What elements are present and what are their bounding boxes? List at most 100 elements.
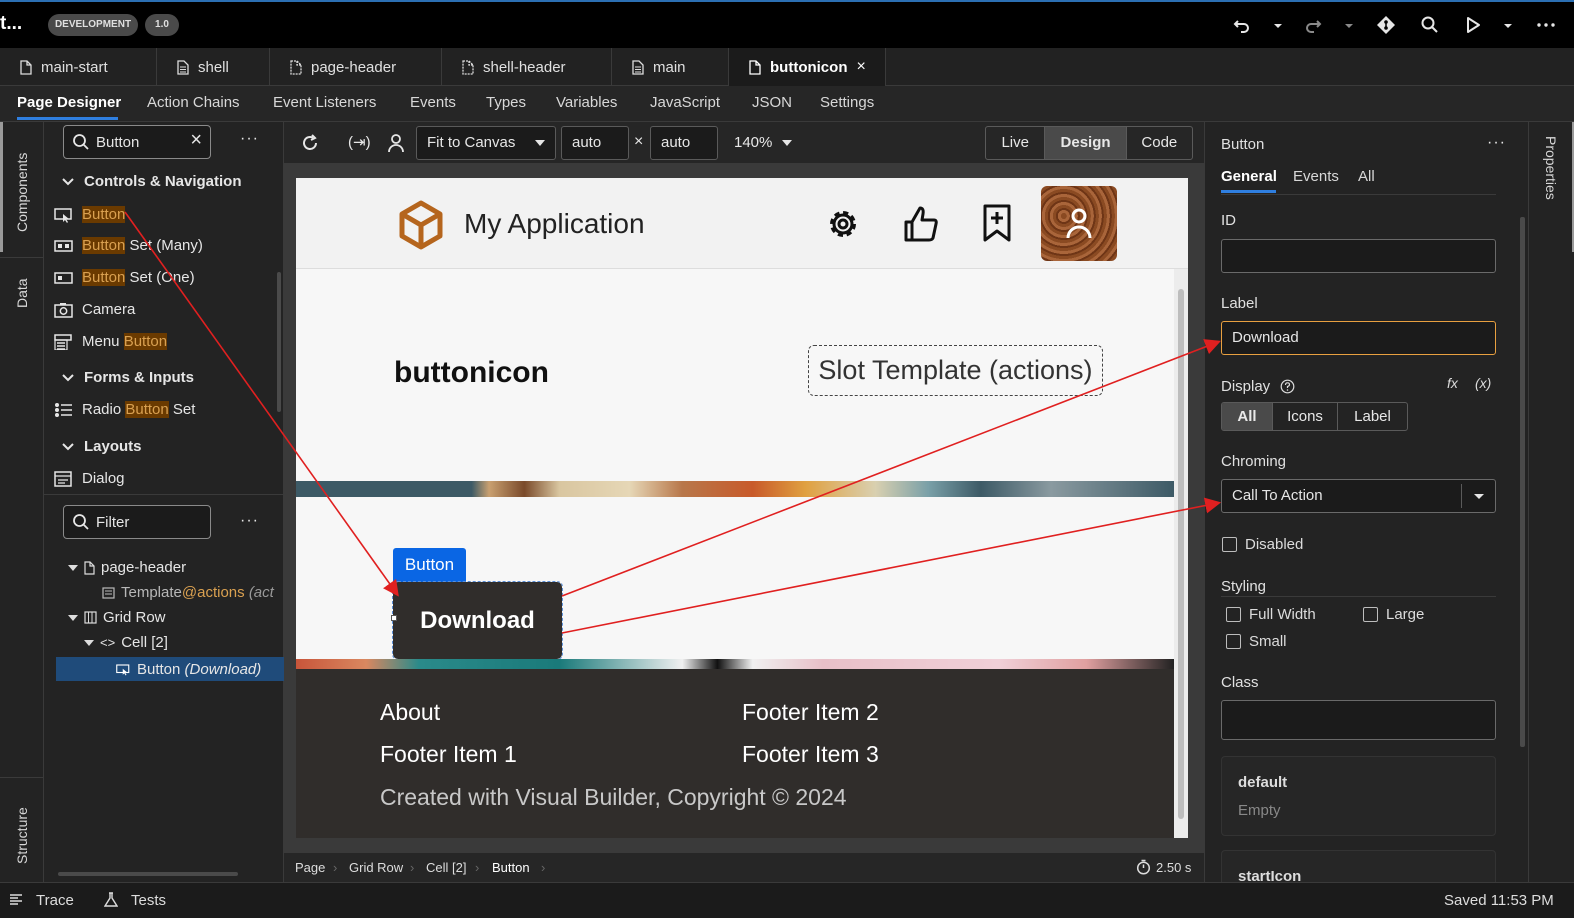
section-layouts[interactable]: Layouts — [62, 438, 142, 455]
structure-filter-input[interactable]: Filter — [63, 505, 211, 539]
code-mode-button[interactable]: Code — [1127, 127, 1192, 159]
class-input[interactable] — [1221, 700, 1496, 740]
tab-settings[interactable]: Settings — [820, 94, 874, 111]
canvas-scrollbar-thumb[interactable] — [1178, 289, 1184, 819]
full-width-checkbox[interactable]: Full Width — [1226, 606, 1316, 623]
undo-dropdown-icon[interactable] — [1272, 15, 1284, 35]
components-rail-tab[interactable]: Components — [14, 153, 30, 232]
component-dialog[interactable]: Dialog — [54, 470, 125, 487]
display-label-option[interactable]: Label — [1338, 403, 1407, 430]
tab-general[interactable]: General — [1221, 168, 1277, 185]
footer-link-item-3[interactable]: Footer Item 3 — [742, 741, 879, 768]
tab-javascript[interactable]: JavaScript — [650, 94, 720, 111]
footer-link-about[interactable]: About — [380, 699, 440, 726]
breadcrumb-cell[interactable]: Cell [2] — [426, 860, 466, 875]
tab-all[interactable]: All — [1358, 168, 1375, 185]
footer-link-item-2[interactable]: Footer Item 2 — [742, 699, 879, 726]
structure-more-icon[interactable]: ··· — [240, 512, 259, 530]
component-radio-button-set[interactable]: Radio Button Set — [54, 401, 195, 418]
component-menu-button[interactable]: Menu Button — [54, 333, 168, 350]
file-tab-buttonicon[interactable]: buttonicon × — [729, 48, 886, 86]
file-tab-page-header[interactable]: page-header — [270, 48, 442, 86]
file-tab-shell[interactable]: shell — [157, 48, 270, 86]
tab-json[interactable]: JSON — [752, 94, 792, 111]
resize-handle[interactable] — [391, 615, 397, 621]
tab-types[interactable]: Types — [486, 94, 526, 111]
tree-node-page-header[interactable]: page-header — [68, 559, 186, 576]
undo-icon[interactable] — [1232, 15, 1252, 35]
tab-event-listeners[interactable]: Event Listeners — [273, 94, 376, 111]
small-checkbox[interactable]: Small — [1226, 633, 1287, 650]
variable-binding-icon[interactable]: (x) — [1475, 375, 1491, 391]
help-icon[interactable] — [1280, 379, 1295, 394]
file-tab-shell-header[interactable]: shell-header — [442, 48, 612, 86]
close-tab-icon[interactable]: × — [856, 58, 865, 76]
more-icon[interactable] — [1536, 15, 1556, 35]
component-button-set-one[interactable]: Button Set (One) — [54, 269, 195, 286]
footer-copyright: Created with Visual Builder, Copyright ©… — [380, 784, 847, 810]
component-search-input[interactable]: Button × — [63, 125, 211, 159]
slot-template-actions[interactable]: Slot Template (actions) — [808, 345, 1103, 396]
settings-gear-icon[interactable] — [824, 205, 862, 243]
footer-link-item-1[interactable]: Footer Item 1 — [380, 741, 517, 768]
large-checkbox[interactable]: Large — [1363, 606, 1424, 623]
more-options-icon[interactable]: ··· — [240, 130, 259, 148]
run-dropdown-icon[interactable] — [1502, 15, 1514, 35]
component-button[interactable]: Button — [54, 206, 126, 223]
tree-node-cell[interactable]: <> Cell [2] — [84, 634, 168, 651]
breadcrumb-grid-row[interactable]: Grid Row — [349, 860, 403, 875]
design-mode-button[interactable]: Design — [1045, 127, 1127, 159]
component-camera[interactable]: Camera — [54, 301, 135, 318]
thumbs-up-icon[interactable] — [902, 204, 940, 244]
bookmark-add-icon[interactable] — [982, 204, 1012, 242]
user-icon[interactable] — [387, 133, 405, 153]
slot-default-card[interactable]: default Empty — [1221, 756, 1496, 836]
tab-action-chains[interactable]: Action Chains — [147, 94, 240, 111]
section-controls-navigation[interactable]: Controls & Navigation — [62, 173, 242, 190]
clear-search-icon[interactable]: × — [190, 129, 202, 152]
structure-rail-tab[interactable]: Structure — [14, 807, 30, 864]
variables-icon[interactable]: (⇥) — [348, 133, 371, 151]
properties-scrollbar[interactable] — [1520, 217, 1525, 747]
redo-icon[interactable] — [1303, 15, 1323, 35]
canvas-height-input[interactable]: auto — [650, 126, 718, 160]
run-icon[interactable] — [1463, 15, 1483, 35]
tab-events[interactable]: Events — [410, 94, 456, 111]
structure-scrollbar[interactable] — [58, 872, 238, 876]
canvas-width-input[interactable]: auto — [561, 126, 629, 160]
file-tab-main[interactable]: main — [612, 48, 729, 86]
section-forms-inputs[interactable]: Forms & Inputs — [62, 369, 194, 386]
fit-to-canvas-select[interactable]: Fit to Canvas — [416, 126, 556, 160]
breadcrumb-page[interactable]: Page — [295, 860, 325, 875]
component-button-set-many[interactable]: Button Set (Many) — [54, 237, 203, 254]
file-tab-main-start[interactable]: main-start — [0, 48, 157, 86]
disabled-checkbox[interactable]: Disabled — [1222, 536, 1303, 553]
redo-dropdown-icon[interactable] — [1343, 15, 1355, 35]
tab-variables[interactable]: Variables — [556, 94, 617, 111]
tree-node-button-selected[interactable]: Button (Download) — [56, 657, 284, 681]
chroming-select[interactable]: Call To Action — [1221, 479, 1496, 513]
tab-page-designer[interactable]: Page Designer — [17, 94, 121, 111]
display-all-option[interactable]: All — [1222, 403, 1273, 430]
live-mode-button[interactable]: Live — [986, 127, 1046, 159]
search-icon[interactable] — [1420, 15, 1440, 35]
tree-node-grid-row[interactable]: Grid Row — [68, 609, 166, 626]
user-avatar[interactable] — [1041, 186, 1117, 261]
trace-button[interactable]: Trace — [36, 892, 74, 909]
expression-fx-icon[interactable]: fx — [1447, 375, 1458, 391]
zoom-select[interactable]: 140% — [734, 134, 793, 151]
data-rail-tab[interactable]: Data — [14, 278, 30, 308]
tests-button[interactable]: Tests — [131, 892, 166, 909]
tree-node-template[interactable]: Template@actions (act — [102, 584, 274, 601]
label-input[interactable]: Download — [1221, 321, 1496, 355]
id-input[interactable] — [1221, 239, 1496, 273]
tab-events[interactable]: Events — [1293, 168, 1339, 185]
refresh-icon[interactable] — [300, 133, 320, 153]
git-icon[interactable] — [1376, 15, 1396, 35]
breadcrumb-button[interactable]: Button — [492, 860, 530, 875]
display-icons-option[interactable]: Icons — [1273, 403, 1338, 430]
properties-rail-tab[interactable]: Properties — [1543, 136, 1559, 200]
download-button-preview[interactable]: Download — [392, 581, 563, 660]
components-scrollbar[interactable] — [277, 272, 281, 412]
properties-more-icon[interactable]: ··· — [1487, 134, 1506, 152]
